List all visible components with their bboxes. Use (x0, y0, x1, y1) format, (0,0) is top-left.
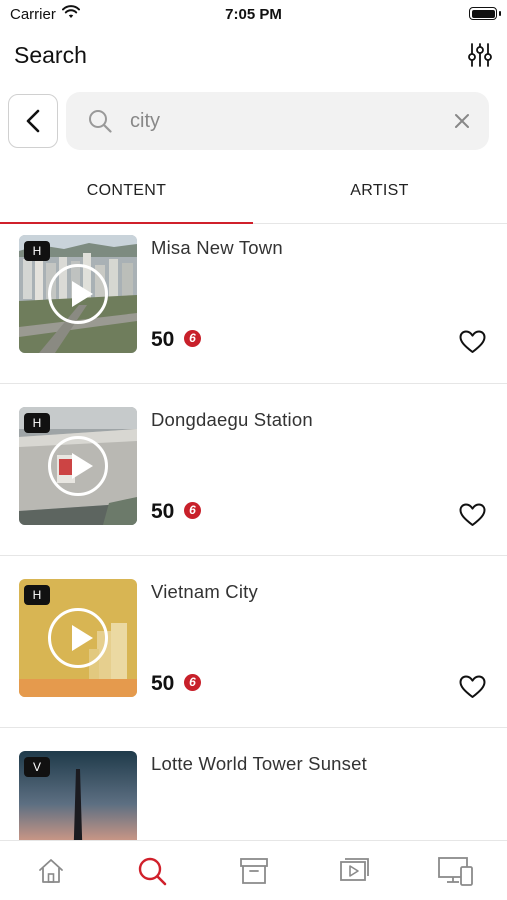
coin-icon: 6 (184, 330, 201, 347)
list-item[interactable]: H Misa New Town 50 6 (0, 224, 507, 384)
heart-icon[interactable] (459, 330, 486, 354)
play-icon (48, 436, 108, 496)
status-bar: Carrier 7:05 PM (0, 0, 507, 28)
item-price: 50 (151, 328, 175, 351)
battery-icon (469, 7, 497, 20)
video-thumbnail[interactable]: H (19, 407, 137, 525)
quality-badge: H (24, 413, 50, 433)
bottom-nav (0, 840, 507, 900)
heart-icon[interactable] (459, 675, 486, 699)
filter-sliders-icon[interactable] (467, 42, 493, 68)
quality-badge: H (24, 585, 50, 605)
tab-artist-label: ARTIST (350, 182, 409, 199)
media-library-icon (340, 858, 369, 881)
coin-icon: 6 (184, 502, 201, 519)
heart-icon[interactable] (459, 503, 486, 527)
battery-cap (499, 11, 501, 16)
play-icon (48, 608, 108, 668)
back-button[interactable] (8, 94, 58, 148)
list-item[interactable]: H Vietnam City 50 6 (0, 556, 507, 728)
search-icon (138, 857, 167, 886)
clear-icon[interactable] (453, 112, 471, 130)
devices-icon (438, 857, 473, 886)
nav-archive[interactable] (234, 853, 274, 889)
tab-content[interactable]: CONTENT (0, 166, 253, 224)
quality-badge: V (24, 757, 50, 777)
item-price: 50 (151, 500, 175, 523)
item-price: 50 (151, 672, 175, 695)
search-box[interactable] (66, 92, 489, 150)
item-title[interactable]: Misa New Town (151, 237, 283, 259)
clock: 7:05 PM (225, 6, 282, 23)
nav-devices[interactable] (436, 853, 476, 889)
list-item[interactable]: V Lotte World Tower Sunset (0, 728, 507, 840)
nav-home[interactable] (31, 853, 71, 889)
archive-icon (240, 858, 268, 884)
coin-icon: 6 (184, 674, 201, 691)
search-icon (89, 110, 112, 133)
chevron-left-icon (26, 109, 40, 133)
tab-bar: CONTENT ARTIST (0, 166, 507, 224)
page-title: Search (14, 42, 87, 68)
search-input[interactable] (130, 106, 430, 136)
item-title[interactable]: Lotte World Tower Sunset (151, 753, 367, 775)
header: Search (0, 30, 507, 80)
play-icon (48, 264, 108, 324)
nav-media-library[interactable] (335, 853, 375, 889)
item-title[interactable]: Dongdaegu Station (151, 409, 313, 431)
home-icon (39, 859, 63, 883)
video-thumbnail[interactable]: H (19, 235, 137, 353)
tab-content-label: CONTENT (86, 182, 167, 199)
list-item[interactable]: H Dongdaegu Station 50 6 (0, 384, 507, 556)
results-list[interactable]: H Misa New Town 50 6 H Dongdaegu Station… (0, 224, 507, 840)
nav-search[interactable] (132, 853, 172, 889)
tab-artist[interactable]: ARTIST (253, 166, 506, 224)
quality-badge: H (24, 241, 50, 261)
video-thumbnail[interactable]: H (19, 579, 137, 697)
video-thumbnail[interactable]: V (19, 751, 137, 840)
item-title[interactable]: Vietnam City (151, 581, 258, 603)
